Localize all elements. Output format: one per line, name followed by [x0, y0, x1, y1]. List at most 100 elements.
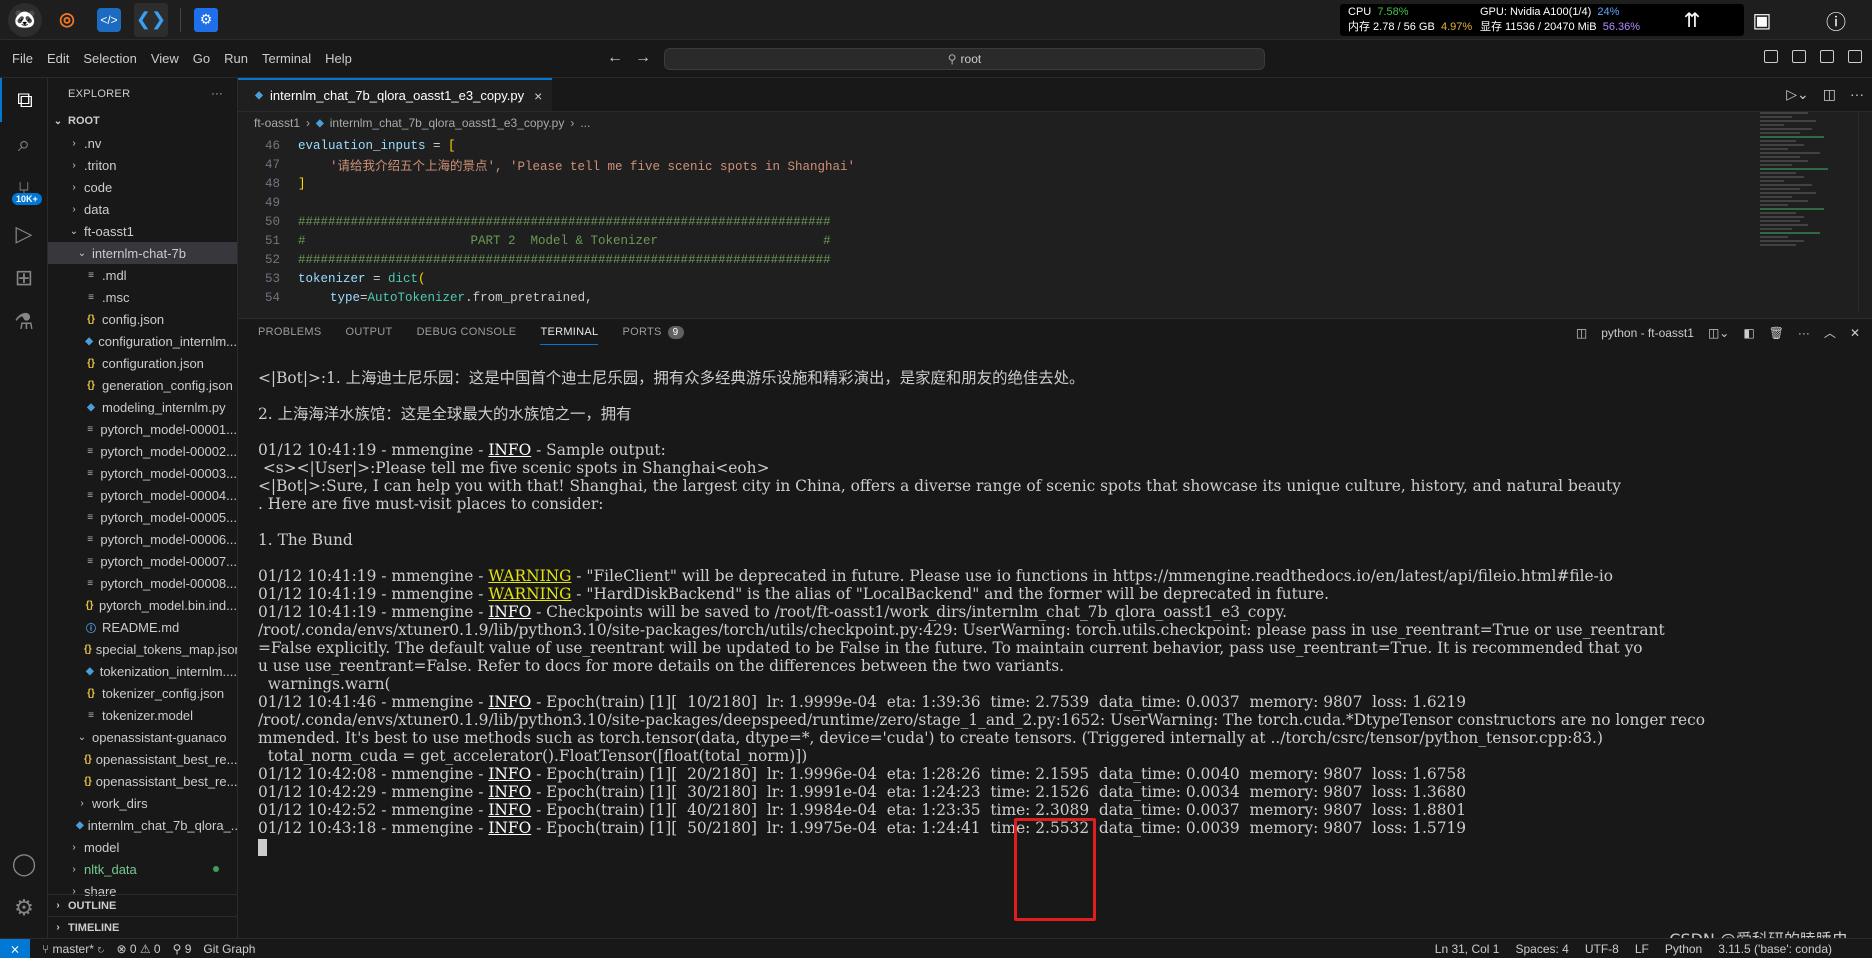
- breadcrumb-more[interactable]: ...: [580, 116, 590, 130]
- split-editor-icon[interactable]: ◫: [1823, 86, 1836, 103]
- split-panel-icon[interactable]: ◧: [1743, 326, 1754, 340]
- file-tree-item[interactable]: ⌄ openassistant-guanaco: [48, 726, 237, 748]
- code-editor-launcher-icon[interactable]: </>: [92, 3, 126, 37]
- openxlab-logo-icon[interactable]: 🐼: [8, 2, 42, 37]
- menu-terminal[interactable]: Terminal: [255, 51, 318, 66]
- file-tree-item[interactable]: ≡ .mdl: [48, 264, 237, 286]
- menu-selection[interactable]: Selection: [76, 51, 143, 66]
- file-tree-item[interactable]: {} tokenizer_config.json: [48, 682, 237, 704]
- toggle-secondary-sidebar-icon[interactable]: [1820, 50, 1834, 63]
- menu-file[interactable]: File: [0, 51, 40, 66]
- file-tree-item[interactable]: {} openassistant_best_re...: [48, 748, 237, 770]
- file-tree-item[interactable]: ≡ pytorch_model-00005...: [48, 506, 237, 528]
- manage-gear-icon[interactable]: ⚙: [0, 886, 48, 930]
- tab-terminal[interactable]: TERMINAL: [540, 319, 599, 345]
- file-tree-item[interactable]: ≡ pytorch_model-00001...: [48, 418, 237, 440]
- jupyter-icon[interactable]: ◎: [50, 3, 84, 37]
- file-tree-item[interactable]: ≡ .msc: [48, 286, 237, 308]
- language-mode[interactable]: Python: [1665, 942, 1702, 956]
- file-tree-item[interactable]: ◆ internlm_chat_7b_qlora_...: [48, 814, 237, 836]
- customize-layout-icon[interactable]: [1848, 50, 1862, 63]
- code-view[interactable]: 46 evaluation_inputs = [ 47 '请给我介绍五个上海的景点'…: [238, 136, 1738, 307]
- menu-view[interactable]: View: [144, 51, 186, 66]
- tab-problems[interactable]: PROBLEMS: [258, 319, 322, 345]
- tab-output[interactable]: OUTPUT: [346, 319, 393, 345]
- remote-indicator-icon[interactable]: ⨯: [0, 938, 30, 958]
- file-tree-item[interactable]: ⌄ ft-oasst1: [48, 220, 237, 242]
- file-tree-item[interactable]: › nltk_data: [48, 858, 237, 880]
- tab-ports[interactable]: PORTS 9: [622, 319, 684, 345]
- more-editor-actions-icon[interactable]: ···: [1850, 86, 1864, 103]
- run-file-icon[interactable]: ▷⌄: [1786, 86, 1809, 103]
- file-tree-item[interactable]: ≡ pytorch_model-00004...: [48, 484, 237, 506]
- nav-back-forward-icon[interactable]: ←→: [607, 49, 663, 67]
- file-tree-item[interactable]: ◆ configuration_internlm...: [48, 330, 237, 352]
- accounts-icon[interactable]: ◯: [0, 842, 48, 886]
- menu-help[interactable]: Help: [318, 51, 359, 66]
- search-view-icon[interactable]: ⌕: [0, 122, 48, 166]
- toggle-sidebar-icon[interactable]: [1764, 50, 1778, 63]
- file-tree-item[interactable]: {} pytorch_model.bin.ind...: [48, 594, 237, 616]
- file-tree-item[interactable]: ⌄ internlm-chat-7b: [48, 242, 237, 264]
- menu-run[interactable]: Run: [217, 51, 255, 66]
- extensions-icon[interactable]: ⊞: [0, 256, 48, 300]
- tool-launcher-icon[interactable]: ⚙: [189, 3, 223, 37]
- explorer-icon[interactable]: ⧉: [0, 78, 48, 122]
- file-tree-item[interactable]: {} special_tokens_map.json: [48, 638, 237, 660]
- file-tree-item[interactable]: ⓘ README.md: [48, 616, 237, 638]
- toggle-panel-icon[interactable]: [1792, 50, 1806, 63]
- explorer-root[interactable]: ⌄ ROOT: [48, 110, 237, 132]
- file-tree-item[interactable]: ◆ tokenization_internlm....: [48, 660, 237, 682]
- close-panel-icon[interactable]: ✕: [1850, 326, 1860, 340]
- problems-status[interactable]: ⊗ 0 ⚠ 0: [116, 942, 160, 956]
- file-tree-item[interactable]: › code: [48, 176, 237, 198]
- terminal-instance-name[interactable]: python - ft-oasst1: [1601, 326, 1694, 340]
- testing-icon[interactable]: ⚗: [0, 300, 48, 344]
- tab-debug-console[interactable]: DEBUG CONSOLE: [417, 319, 517, 345]
- ports-status[interactable]: ⚲ 9: [173, 942, 192, 956]
- file-tree-item[interactable]: ≡ pytorch_model-00002...: [48, 440, 237, 462]
- file-tree-item[interactable]: ≡ pytorch_model-00006...: [48, 528, 237, 550]
- breadcrumb-file[interactable]: internlm_chat_7b_qlora_oasst1_e3_copy.py: [330, 116, 565, 130]
- outline-section[interactable]: › OUTLINE: [48, 894, 237, 916]
- file-tree-item[interactable]: {} configuration.json: [48, 352, 237, 374]
- file-tree-item[interactable]: › model: [48, 836, 237, 858]
- file-tree-item[interactable]: ≡ tokenizer.model: [48, 704, 237, 726]
- file-tree-item[interactable]: {} openassistant_best_re...: [48, 770, 237, 792]
- file-tree-item[interactable]: › data: [48, 198, 237, 220]
- branch-status[interactable]: ⑂ master* ↻: [42, 942, 104, 956]
- command-center-search[interactable]: ⚲ root: [664, 48, 1265, 70]
- maximize-panel-icon[interactable]: ︿: [1824, 324, 1836, 341]
- breadcrumb-folder[interactable]: ft-oasst1: [254, 116, 300, 130]
- source-control-icon[interactable]: ⑂ 10K+: [0, 168, 48, 212]
- share-icon[interactable]: ⇈: [1672, 0, 1712, 40]
- minimap[interactable]: [1760, 112, 1840, 312]
- encoding[interactable]: UTF-8: [1585, 942, 1619, 956]
- file-tree-item[interactable]: ◆ modeling_internlm.py: [48, 396, 237, 418]
- more-actions-icon[interactable]: ···: [211, 88, 223, 100]
- editor-tab-active[interactable]: ◆ internlm_chat_7b_qlora_oasst1_e3_copy.…: [238, 78, 553, 111]
- python-interpreter[interactable]: 3.11.5 ('base': conda): [1718, 942, 1832, 956]
- run-debug-icon[interactable]: ▷: [0, 212, 48, 256]
- file-tree-item[interactable]: {} generation_config.json: [48, 374, 237, 396]
- file-tree-item[interactable]: › .nv: [48, 132, 237, 154]
- more-terminal-actions-icon[interactable]: ···: [1798, 326, 1810, 340]
- file-tree-item[interactable]: ≡ pytorch_model-00007...: [48, 550, 237, 572]
- menu-edit[interactable]: Edit: [40, 51, 76, 66]
- file-tree-item[interactable]: {} config.json: [48, 308, 237, 330]
- git-graph-status[interactable]: Git Graph: [203, 942, 255, 956]
- terminal-output[interactable]: <|Bot|>:1. 上海迪士尼乐园：这是中国首个迪士尼乐园，拥有众多经典游乐设…: [258, 369, 1868, 856]
- cursor-position[interactable]: Ln 31, Col 1: [1435, 942, 1500, 956]
- eol[interactable]: LF: [1635, 942, 1649, 956]
- screen-icon[interactable]: ▣: [1742, 0, 1782, 40]
- split-terminal-icon[interactable]: ◫⌄: [1708, 326, 1729, 340]
- indentation[interactable]: Spaces: 4: [1515, 942, 1568, 956]
- info-icon[interactable]: ⓘ: [1816, 0, 1856, 40]
- file-tree-item[interactable]: ≡ pytorch_model-00008...: [48, 572, 237, 594]
- file-tree-item[interactable]: › work_dirs: [48, 792, 237, 814]
- file-tree-item[interactable]: › .triton: [48, 154, 237, 176]
- kill-terminal-icon[interactable]: 🗑: [1769, 326, 1784, 340]
- menu-go[interactable]: Go: [186, 51, 217, 66]
- vscode-icon[interactable]: ❮❯: [134, 2, 168, 37]
- file-tree-item[interactable]: ≡ pytorch_model-00003...: [48, 462, 237, 484]
